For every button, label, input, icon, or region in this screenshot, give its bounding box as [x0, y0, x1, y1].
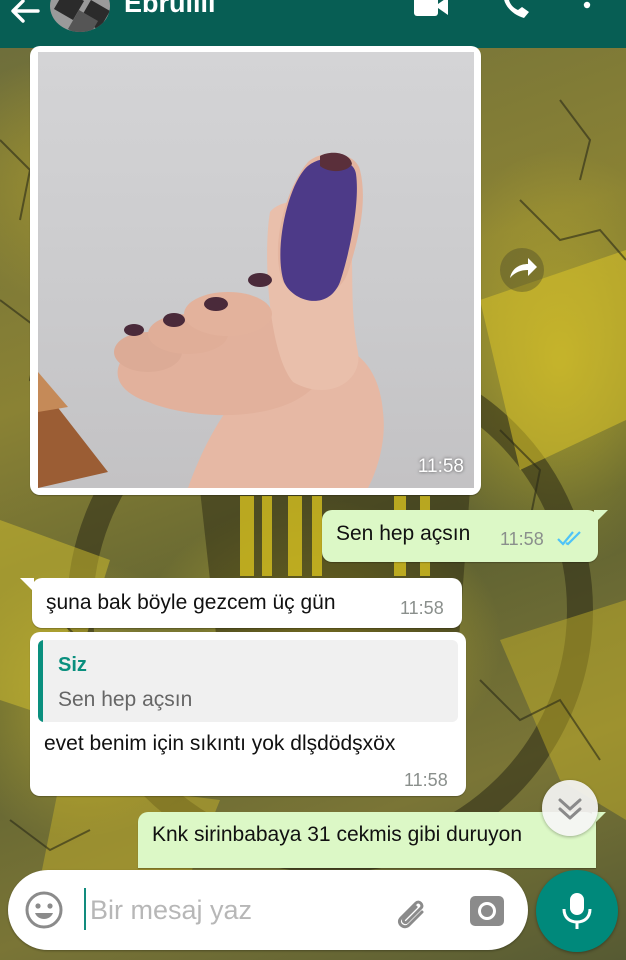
text-cursor: [84, 888, 86, 930]
quoted-message[interactable]: Siz Sen hep açsın: [38, 640, 458, 722]
quote-text: Sen hep açsın: [58, 688, 193, 711]
photo-thumbnail[interactable]: 11:58: [38, 52, 474, 488]
outgoing-message-bubble[interactable]: Knk sirinbabaya 31 cekmis gibi duruyon: [138, 812, 596, 868]
message-time: 11:58: [400, 598, 444, 618]
double-check-read-icon: [557, 531, 581, 546]
message-text: Knk sirinbabaya 31 cekmis gibi duruyon: [152, 823, 523, 846]
bubble-tail: [594, 510, 608, 524]
voice-record-button[interactable]: [536, 870, 618, 952]
emoji-icon[interactable]: [24, 890, 64, 930]
double-chevron-down-icon: [558, 798, 582, 820]
incoming-message-bubble[interactable]: şuna bak böyle gezcem üç gün 11:58: [32, 578, 462, 628]
chat-header: Ebrulili: [0, 0, 626, 48]
camera-icon[interactable]: [468, 892, 506, 930]
message-time: 11:58: [417, 456, 464, 477]
bubble-tail: [20, 578, 34, 592]
quote-author: Siz: [58, 654, 87, 676]
forward-arrow-icon: [510, 258, 537, 278]
message-composer: [8, 870, 528, 950]
scroll-to-bottom-button[interactable]: [542, 780, 598, 836]
quote-accent-bar: [38, 640, 43, 722]
microphone-icon: [562, 893, 592, 929]
message-text: Sen hep açsın: [336, 522, 471, 545]
contact-name[interactable]: Ebrulili: [124, 0, 216, 19]
image-message-bubble[interactable]: 11:58: [30, 46, 481, 495]
forward-button[interactable]: [500, 248, 544, 292]
arrow-left-icon[interactable]: [8, 0, 42, 28]
phone-icon[interactable]: [498, 0, 536, 22]
outgoing-message-bubble[interactable]: Sen hep açsın 11:58: [322, 510, 598, 562]
more-vertical-icon[interactable]: [572, 0, 602, 22]
message-text: şuna bak böyle gezcem üç gün: [46, 591, 336, 614]
incoming-reply-bubble[interactable]: Siz Sen hep açsın evet benim için sıkınt…: [30, 632, 466, 796]
message-input[interactable]: [90, 890, 380, 930]
message-time: 11:58: [404, 770, 448, 790]
message-text: evet benim için sıkıntı yok dlşdödşxöx: [44, 732, 396, 755]
paperclip-icon[interactable]: [392, 892, 430, 930]
message-time: 11:58: [500, 529, 544, 549]
contact-avatar[interactable]: [50, 0, 110, 32]
video-camera-icon[interactable]: [412, 0, 450, 22]
